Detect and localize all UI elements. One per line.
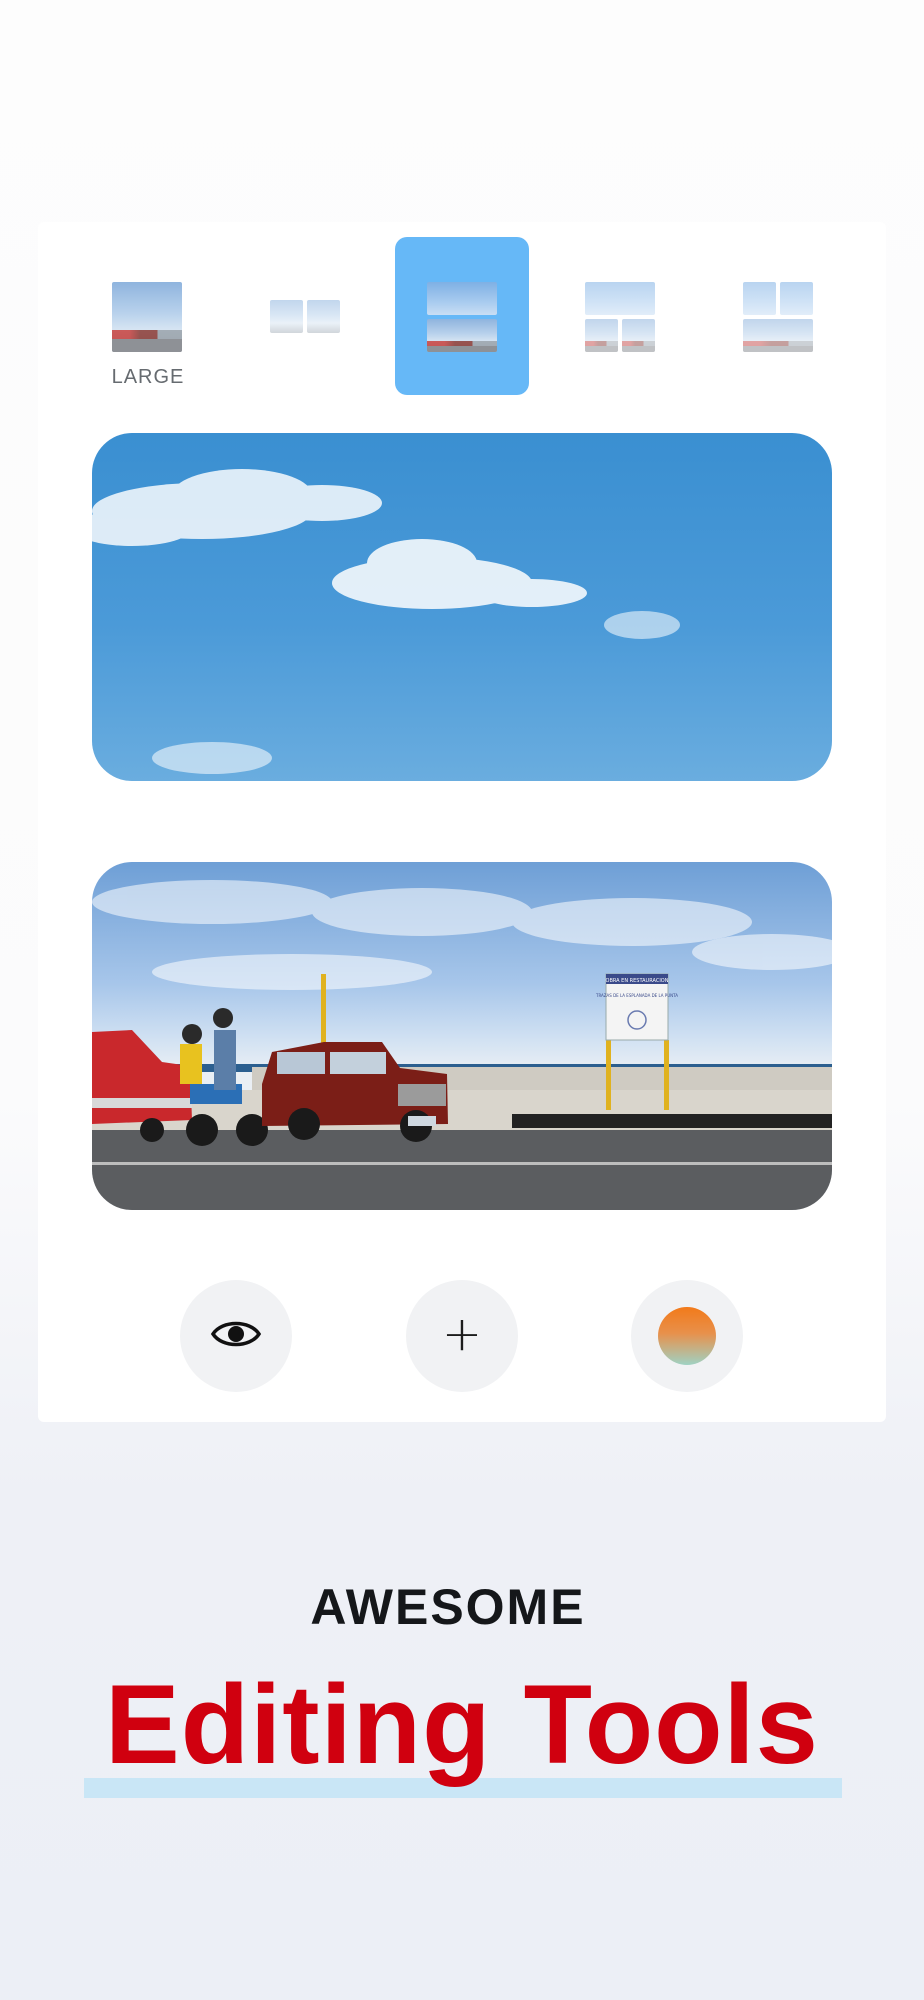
color-picker-button[interactable]: [631, 1280, 743, 1392]
sign-text: TRAZAS DE LA ESPLANADA DE LA PUNTA: [595, 993, 678, 998]
layout-thumb-cell: [743, 282, 776, 315]
preview-button[interactable]: [180, 1280, 292, 1392]
layout-thumb-cell: [427, 282, 497, 315]
promo-eyebrow: AWESOME: [310, 1579, 586, 1635]
layout-thumb-cell: [743, 319, 813, 352]
layout-thumb-large: [112, 282, 182, 352]
color-swatch-icon: [658, 1307, 716, 1365]
layout-option-large-label: LARGE: [111, 366, 185, 388]
layout-option-two-stacked[interactable]: [427, 282, 497, 352]
photo-slot-bottom[interactable]: OBRA EN RESTAURACION TRAZAS DE LA ESPLAN…: [92, 862, 832, 1210]
layout-option-two-side-by-side[interactable]: [270, 300, 340, 334]
layout-option-one-top-two-bottom[interactable]: [585, 282, 655, 352]
layout-thumb-cell: [585, 319, 618, 352]
sign-title: OBRA EN RESTAURACION: [606, 978, 669, 984]
layout-option-grid-four[interactable]: [743, 282, 813, 352]
layout-thumb-cell: [307, 300, 340, 333]
street-scene-image: OBRA EN RESTAURACION TRAZAS DE LA ESPLAN…: [92, 880, 832, 1210]
layout-thumb-cell: [270, 300, 303, 333]
layout-option-large[interactable]: [112, 282, 182, 352]
layout-thumb-cell: [427, 319, 497, 352]
sky-clouds-image: [92, 469, 680, 774]
add-button[interactable]: +: [406, 1280, 518, 1392]
promo-headline: Editing Tools: [105, 1662, 819, 1787]
layout-thumb-cell: [622, 319, 655, 352]
layout-thumb-cell: [585, 282, 655, 315]
plus-icon: +: [441, 1306, 483, 1362]
eye-icon: [210, 1317, 262, 1356]
layout-thumb-cell: [780, 282, 813, 315]
editor-card: [38, 222, 886, 1422]
photo-slot-top[interactable]: [92, 433, 832, 781]
